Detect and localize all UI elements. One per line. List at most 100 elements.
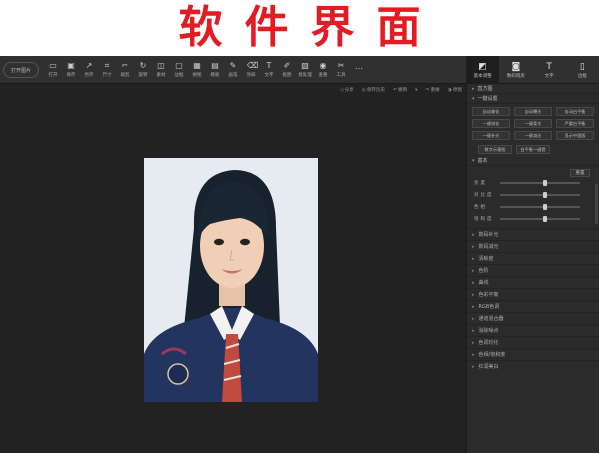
open-image-button[interactable]: 打开图片 xyxy=(3,62,39,78)
section-label: 数码补光 xyxy=(478,232,499,238)
collapsed-section[interactable]: ▸ 色阶 xyxy=(467,264,599,276)
tool-button-erase[interactable]: ⌫ 涂抹 xyxy=(242,58,260,82)
slider-track[interactable] xyxy=(500,216,580,222)
tool-button-pick[interactable]: ✐ 抠图 xyxy=(278,58,296,82)
extra-button[interactable]: 白平衡一键提 xyxy=(516,145,550,154)
tool-button-folder[interactable]: ▭ 打开 xyxy=(44,58,62,82)
slider-knob[interactable] xyxy=(543,192,548,198)
basic-section[interactable]: ▾ 基本 xyxy=(467,156,599,166)
tool-button-brush[interactable]: ✎ 画笔 xyxy=(224,58,242,82)
tab-doc[interactable]: ▯ 边框 xyxy=(566,56,599,84)
oneclick-button[interactable]: 自动白平衡 xyxy=(556,107,594,116)
tool-label: 涂抹 xyxy=(246,73,256,78)
oneclick-button[interactable]: 一键柔光 xyxy=(514,119,552,128)
slider-label: 对比度 xyxy=(474,193,494,198)
pick-icon: ✐ xyxy=(283,61,291,70)
slider-track[interactable] xyxy=(500,192,580,198)
tool-button-batch[interactable]: ▧ 批处理 xyxy=(296,58,314,82)
collapsed-section[interactable]: ▸ RGB色调 xyxy=(467,300,599,312)
tab-label: 基本调整 xyxy=(473,73,492,79)
tools-icon: ✂ xyxy=(337,61,345,70)
tool-button-more[interactable]: ⋯ xyxy=(350,58,368,82)
tool-label: 抠图 xyxy=(282,73,292,78)
collapsed-section[interactable]: ▸ 红润美白 xyxy=(467,360,599,372)
tool-button-share[interactable]: ↗ 另存 xyxy=(80,58,98,82)
chevron-right-icon: ▸ xyxy=(472,303,475,310)
slider-knob[interactable] xyxy=(543,216,548,222)
oneclick-button[interactable]: 一键锐化 xyxy=(472,119,510,128)
tool-button-size[interactable]: ⌗ 尺寸 xyxy=(98,58,116,82)
tool-label: 裁剪 xyxy=(120,73,130,78)
tool-button-puzzle[interactable]: ▦ 拼图 xyxy=(188,58,206,82)
histogram-section[interactable]: ▸ 直方图 xyxy=(467,84,599,94)
slider-track[interactable] xyxy=(500,204,580,210)
collapsed-section[interactable]: ▸ 数码补光 xyxy=(467,228,599,240)
collapsed-section[interactable]: ▸ 消除噪点 xyxy=(467,324,599,336)
section-label: RGB色调 xyxy=(478,304,500,310)
oneclick-buttons: 自动美化 自动曝光 自动白平衡 一键锐化 一键柔光 严重白平衡 一键补光 一键减光 显示中国版 … xyxy=(467,104,599,156)
canvas-action[interactable]: ◎ 保存历史 xyxy=(362,87,385,93)
tool-button-text[interactable]: T 文字 xyxy=(260,58,278,82)
id-photo[interactable] xyxy=(144,158,318,402)
tool-button-rotate[interactable]: ↻ 旋转 xyxy=(134,58,152,82)
oneclick-button[interactable]: 自动曝光 xyxy=(514,107,552,116)
collapsed-section[interactable]: ▸ 色相/饱和度 xyxy=(467,348,599,360)
tab-camera[interactable]: ◙ 数码暗房 xyxy=(499,56,532,84)
slider-label: 饱和度 xyxy=(474,217,494,222)
view-icon: ◉ xyxy=(319,61,327,70)
tool-button-template[interactable]: ▤ 模板 xyxy=(206,58,224,82)
collapsed-section[interactable]: ▸ 色调均化 xyxy=(467,336,599,348)
chevron-right-icon: ▸ xyxy=(472,267,475,274)
tool-button-crop[interactable]: ⌐ 裁剪 xyxy=(116,58,134,82)
adjust-tab-icon: ◩ xyxy=(478,61,487,72)
oneclick-button[interactable]: 自动美化 xyxy=(472,107,510,116)
canvas-action[interactable]: ↶ 撤销 xyxy=(393,87,407,93)
canvas-action[interactable]: ◑ 原图 xyxy=(448,87,462,93)
tool-button-border[interactable]: ▢ 边框 xyxy=(170,58,188,82)
histogram-title: 直方图 xyxy=(477,86,493,92)
slider-track[interactable] xyxy=(500,180,580,186)
toolbar: 打开图片 ▭ 打开 ▣ 保存 ↗ 另存 ⌗ 尺寸 ⌐ 裁剪 ↻ 旋转 ◫ 素材 ▢ 边框 ▦ 拼图 ▤ 模板 ✎ 画笔 ⌫ 涂… xyxy=(0,56,599,84)
share-icon: ↗ xyxy=(85,61,93,70)
collapsed-section[interactable]: ▸ 色彩平衡 xyxy=(467,288,599,300)
section-label: 色彩平衡 xyxy=(478,292,499,298)
slider-label: 色相 xyxy=(474,205,487,210)
batch-icon: ▧ xyxy=(301,61,309,70)
size-icon: ⌗ xyxy=(104,61,110,70)
oneclick-button[interactable]: 严重白平衡 xyxy=(556,119,594,128)
oneclick-button[interactable]: 显示中国版 xyxy=(556,131,594,140)
text-icon: T xyxy=(266,61,272,70)
collapsed-section[interactable]: ▸ 通道混合器 xyxy=(467,312,599,324)
reset-button[interactable]: 重置 xyxy=(570,169,590,177)
text-tab-icon: T xyxy=(546,61,552,72)
canvas-action[interactable]: ▾ xyxy=(415,88,417,93)
chevron-down-icon: ▾ xyxy=(472,95,475,102)
oneclick-button[interactable]: 一键减光 xyxy=(514,131,552,140)
extra-button[interactable]: 数字示意图 xyxy=(478,145,512,154)
slider-knob[interactable] xyxy=(543,204,548,210)
tool-button-save[interactable]: ▣ 保存 xyxy=(62,58,80,82)
chevron-down-icon: ▾ xyxy=(472,157,475,164)
material-icon: ◫ xyxy=(157,61,165,70)
oneclick-section[interactable]: ▾ 一键设置 xyxy=(467,94,599,104)
slider-knob[interactable] xyxy=(543,180,548,186)
tab-text[interactable]: T 文字 xyxy=(533,56,566,84)
tool-button-view[interactable]: ◉ 查看 xyxy=(314,58,332,82)
tab-adjust[interactable]: ◩ 基本调整 xyxy=(466,56,500,84)
oneclick-button[interactable]: 一键补光 xyxy=(472,131,510,140)
canvas-action[interactable]: ◁ 分享 xyxy=(340,87,354,93)
collapsed-section[interactable]: ▸ 清晰度 xyxy=(467,252,599,264)
canvas-actions: ◁ 分享 ◎ 保存历史 ↶ 撤销 ▾ ↷ 重做 ◑ 原图 xyxy=(0,84,466,96)
collapsed-section[interactable]: ▸ 曲线 xyxy=(467,276,599,288)
collapsed-section[interactable]: ▸ 数码减光 xyxy=(467,240,599,252)
tab-label: 边框 xyxy=(577,73,587,79)
tool-label: 拼图 xyxy=(192,73,202,78)
panel-scrollbar[interactable] xyxy=(595,184,598,224)
tool-label: 旋转 xyxy=(138,73,148,78)
slider-row: 色相 xyxy=(472,201,594,213)
erase-icon: ⌫ xyxy=(247,61,259,70)
canvas-action[interactable]: ↷ 重做 xyxy=(425,87,439,93)
section-label: 色调均化 xyxy=(478,340,499,346)
tool-button-tools[interactable]: ✂ 工具 xyxy=(332,58,350,82)
tool-button-material[interactable]: ◫ 素材 xyxy=(152,58,170,82)
